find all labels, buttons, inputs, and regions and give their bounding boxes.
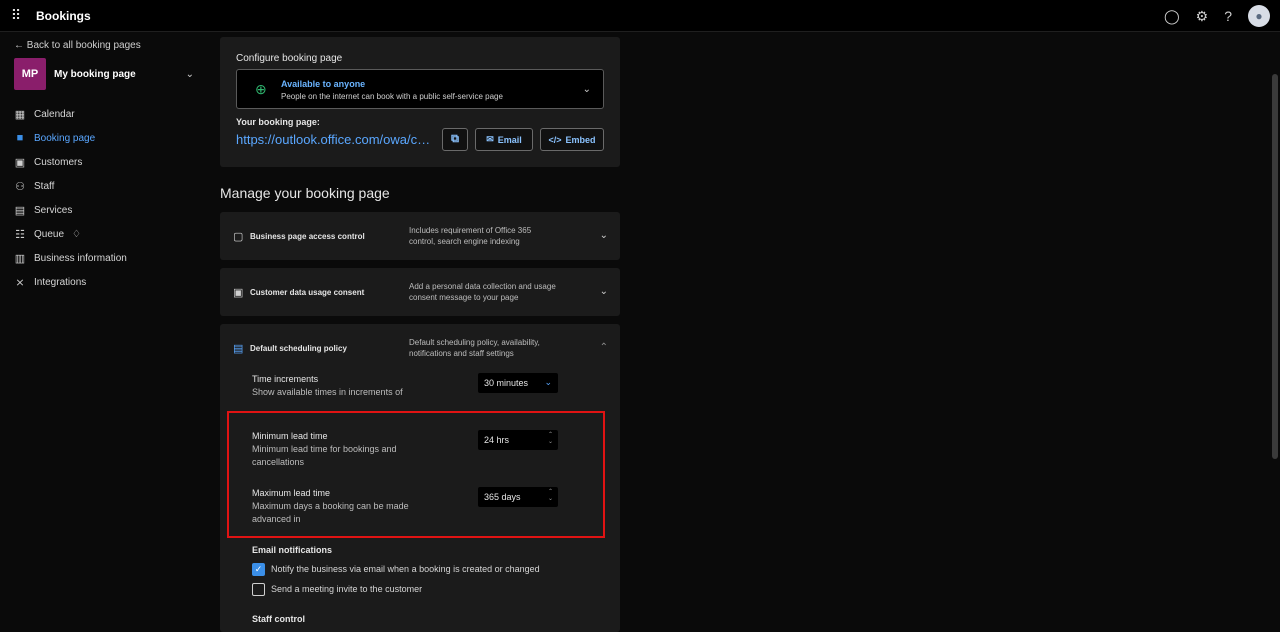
sidebar-item-label: Calendar bbox=[34, 108, 75, 120]
configure-title: Configure booking page bbox=[236, 53, 343, 64]
checkbox-unchecked[interactable] bbox=[252, 582, 265, 596]
sidebar: ← Back to all booking pages MP My bookin… bbox=[0, 32, 205, 632]
sidebar-nav: ▦ Calendar ■ Booking page ▣ Customers ⚇ Staf… bbox=[14, 102, 127, 294]
sidebar-item-services[interactable]: ▤ Services bbox=[14, 198, 127, 222]
sidebar-item-label: Customers bbox=[34, 156, 83, 168]
document-icon: ▢ bbox=[233, 231, 244, 243]
help-icon[interactable]: ? bbox=[1224, 8, 1232, 24]
top-actions: ◯ ⚙ ? ● bbox=[1164, 0, 1270, 32]
chevron-down-icon: ⌄ bbox=[544, 377, 552, 387]
services-icon: ▤ bbox=[14, 204, 26, 217]
page-initials-badge: MP bbox=[14, 58, 46, 90]
visibility-subtitle: People on the internet can book with a p… bbox=[281, 92, 503, 101]
sidebar-item-label: Queue bbox=[34, 228, 65, 240]
time-increments-dropdown[interactable]: 30 minutes ⌄ bbox=[478, 373, 558, 393]
chevron-up-icon[interactable]: ⌃ bbox=[600, 342, 608, 353]
embed-button[interactable]: </> Embed bbox=[540, 128, 604, 151]
clipboard-icon: ▣ bbox=[233, 287, 244, 299]
send-invite-checkbox-row[interactable]: Send a meeting invite to the customer bbox=[252, 582, 422, 596]
send-invite-label: Send a meeting invite to the customer bbox=[271, 584, 423, 594]
highlight-box bbox=[227, 411, 605, 538]
code-icon: </> bbox=[548, 134, 562, 145]
waffle-icon[interactable]: ⠿ bbox=[0, 0, 32, 32]
section-title: Customer data usage consent bbox=[250, 288, 365, 297]
chevron-down-icon[interactable]: ⌄ bbox=[600, 286, 608, 297]
booking-url-label: Your booking page: bbox=[236, 117, 320, 127]
booking-url-link[interactable]: https://outlook.office.com/owa/calen... bbox=[236, 132, 436, 147]
section-customer-data-usage-consent[interactable]: ▣ Customer data usage consent Add a pers… bbox=[220, 268, 620, 316]
staff-control-heading: Staff control bbox=[252, 614, 305, 624]
sidebar-item-label: Business information bbox=[34, 252, 127, 264]
sidebar-item-customers[interactable]: ▣ Customers bbox=[14, 150, 127, 174]
sidebar-item-label: Integrations bbox=[34, 276, 87, 288]
manage-heading: Manage your booking page bbox=[220, 185, 390, 201]
sidebar-item-label: Staff bbox=[34, 180, 55, 192]
avatar[interactable]: ● bbox=[1248, 5, 1270, 27]
notify-business-label: Notify the business via email when a boo… bbox=[271, 564, 540, 574]
time-increments-title: Time increments bbox=[252, 374, 319, 384]
globe-icon: ⊕ bbox=[255, 81, 267, 97]
sidebar-item-label: Services bbox=[34, 204, 73, 216]
back-link[interactable]: ← Back to all booking pages bbox=[14, 40, 141, 51]
email-notifications-heading: Email notifications bbox=[252, 545, 333, 555]
staff-icon: ⚇ bbox=[15, 180, 25, 193]
section-description: Default scheduling policy, availability,… bbox=[409, 338, 540, 358]
lightbulb-icon[interactable]: ◯ bbox=[1164, 8, 1180, 25]
calendar-icon: ▦ bbox=[14, 108, 26, 121]
business-icon: ▥ bbox=[14, 252, 26, 265]
time-increments-value: 30 minutes bbox=[484, 378, 529, 388]
configure-booking-page-card: Configure booking page ⊕ Available to an… bbox=[220, 37, 620, 167]
scrollbar[interactable] bbox=[1270, 32, 1280, 632]
email-button[interactable]: ✉ Email bbox=[475, 128, 533, 151]
sidebar-item-queue[interactable]: ☷ Queue ♢ bbox=[14, 222, 127, 246]
section-description: Add a personal data collection and usage… bbox=[409, 282, 556, 302]
copy-link-button[interactable]: ⧉ bbox=[442, 128, 468, 151]
section-title[interactable]: Default scheduling policy bbox=[250, 344, 347, 353]
chevron-down-icon: ⌄ bbox=[185, 68, 194, 80]
app-title[interactable]: Bookings bbox=[36, 9, 91, 23]
time-increments-description: Show available times in increments of bbox=[252, 387, 403, 397]
visibility-title: Available to anyone bbox=[281, 79, 366, 89]
sidebar-item-booking-page[interactable]: ■ Booking page bbox=[14, 126, 127, 150]
sidebar-item-calendar[interactable]: ▦ Calendar bbox=[14, 102, 127, 126]
chevron-down-icon: ⌄ bbox=[582, 84, 591, 95]
embed-button-label: Embed bbox=[565, 134, 596, 145]
section-title: Business page access control bbox=[250, 232, 365, 241]
sidebar-item-integrations[interactable]: ⨯ Integrations bbox=[14, 270, 127, 294]
sidebar-item-staff[interactable]: ⚇ Staff bbox=[14, 174, 127, 198]
integrations-icon: ⨯ bbox=[15, 276, 25, 289]
sidebar-item-business-information[interactable]: ▥ Business information bbox=[14, 246, 127, 270]
email-button-label: Email bbox=[497, 134, 522, 145]
checkbox-checked[interactable]: ✓ bbox=[252, 562, 265, 576]
page-name: My booking page bbox=[54, 68, 136, 80]
customers-icon: ▣ bbox=[14, 156, 26, 169]
premium-diamond-icon: ♢ bbox=[72, 228, 81, 240]
sidebar-item-label: Booking page bbox=[34, 132, 96, 144]
section-business-page-access-control[interactable]: ▢ Business page access control Includes … bbox=[220, 212, 620, 260]
section-description: Includes requirement of Office 365 contr… bbox=[409, 226, 532, 246]
visibility-dropdown[interactable]: ⊕ Available to anyone People on the inte… bbox=[236, 69, 604, 109]
booking-page-switcher[interactable]: MP My booking page ⌄ bbox=[14, 58, 194, 90]
notify-business-checkbox-row[interactable]: ✓ Notify the business via email when a b… bbox=[252, 562, 540, 576]
mail-icon: ✉ bbox=[486, 134, 494, 144]
calendar-settings-icon: ▤ bbox=[233, 343, 244, 355]
top-bar: ⠿ Bookings ◯ ⚙ ? ● bbox=[0, 0, 1280, 32]
scrollbar-thumb[interactable] bbox=[1272, 74, 1278, 459]
copy-icon: ⧉ bbox=[451, 133, 459, 145]
chevron-down-icon[interactable]: ⌄ bbox=[600, 230, 608, 241]
booking-page-icon: ■ bbox=[16, 132, 24, 144]
gear-icon[interactable]: ⚙ bbox=[1196, 8, 1209, 25]
queue-icon: ☷ bbox=[15, 228, 25, 241]
